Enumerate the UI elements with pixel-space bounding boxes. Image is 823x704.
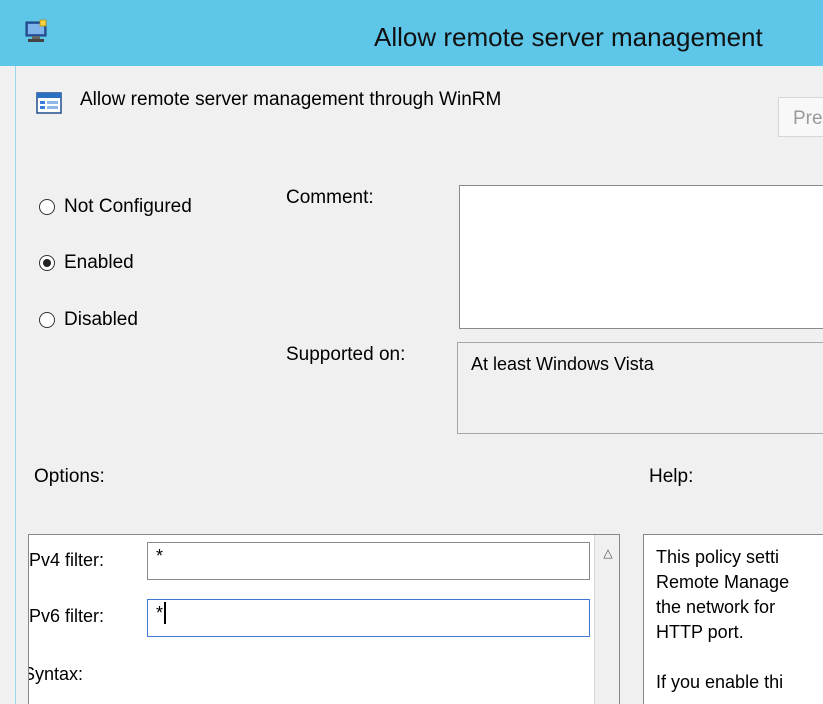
radio-not-configured-indicator[interactable] <box>39 199 55 215</box>
ipv4-filter-value: * <box>156 546 164 566</box>
help-line: HTTP port. <box>656 622 744 642</box>
radio-disabled-label: Disabled <box>64 309 138 330</box>
help-line <box>656 645 823 670</box>
scroll-up-arrow-icon[interactable]: △ <box>595 541 619 565</box>
help-line: This policy setti <box>656 547 780 567</box>
help-line: Remote Manage <box>656 572 790 592</box>
policy-dialog: Allow remote server management Allow rem… <box>0 0 823 704</box>
help-text: This policy setti Remote Manage the networ… <box>656 545 823 695</box>
ipv4-filter-label: Pv4 filter: <box>29 550 105 570</box>
help-label: Help: <box>649 466 694 487</box>
radio-disabled[interactable]: Disabled <box>39 309 138 331</box>
radio-enabled[interactable]: Enabled <box>39 252 134 274</box>
help-line: If you enable thi <box>656 672 784 692</box>
comment-label: Comment: <box>286 187 374 208</box>
text-caret <box>164 602 167 624</box>
radio-not-configured[interactable]: Not Configured <box>39 196 192 218</box>
options-label: Options: <box>34 466 105 487</box>
policy-window-icon <box>25 19 47 42</box>
ipv4-filter-input[interactable]: * <box>147 542 590 580</box>
radio-enabled-label: Enabled <box>64 252 134 273</box>
policy-name: Allow remote server management through W… <box>80 89 502 110</box>
dialog-content: Allow remote server management through W… <box>15 66 823 704</box>
radio-disabled-indicator[interactable] <box>39 312 55 328</box>
radio-not-configured-label: Not Configured <box>64 196 192 217</box>
help-panel: This policy setti Remote Manage the networ… <box>643 534 823 704</box>
ipv6-filter-value: * <box>156 603 164 623</box>
radio-enabled-indicator[interactable] <box>39 255 55 271</box>
supported-on-value: At least Windows Vista <box>471 354 654 374</box>
syntax-label: Syntax: <box>28 664 84 684</box>
title-bar[interactable]: Allow remote server management <box>0 0 823 66</box>
help-line: the network for <box>656 597 776 617</box>
ipv6-filter-label: Pv6 filter: <box>29 606 105 626</box>
window-title: Allow remote server management <box>374 22 763 52</box>
supported-on-label: Supported on: <box>286 344 406 365</box>
options-panel: Pv4 filter: * Pv6 filter: * Syntax: △ <box>28 534 620 704</box>
comment-field[interactable] <box>459 185 823 329</box>
supported-on-field: At least Windows Vista <box>457 342 823 434</box>
policy-setting-icon <box>36 92 62 114</box>
ipv6-filter-input[interactable]: * <box>147 599 590 637</box>
options-scrollbar[interactable]: △ <box>594 535 619 704</box>
previous-setting-button[interactable]: Pre <box>778 97 823 137</box>
